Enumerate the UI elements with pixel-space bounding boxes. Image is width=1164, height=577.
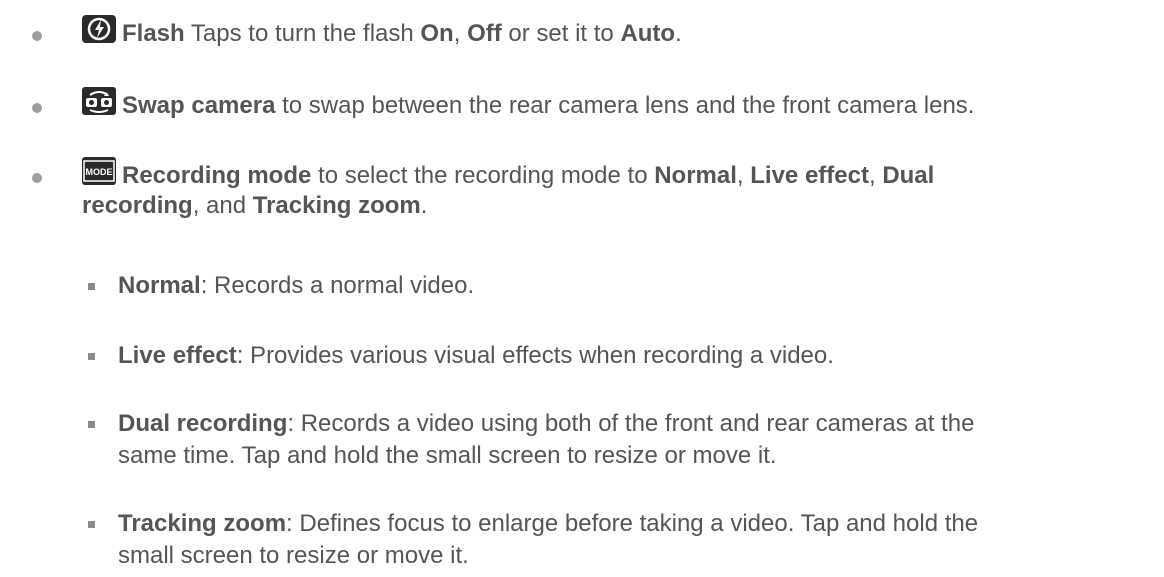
sub-item-desc: : Records a video using both of the fron… <box>287 410 975 437</box>
bullet-dot <box>32 103 42 113</box>
separator: , <box>868 162 883 189</box>
mode-option-normal: Normal <box>654 162 737 189</box>
square-bullet <box>88 283 95 290</box>
sub-item-desc: : Provides various visual effects when r… <box>236 342 834 369</box>
mode-option-live-effect: Live effect <box>750 162 869 189</box>
flash-desc-cont: or set it to <box>501 20 621 47</box>
sub-item-desc: : Defines focus to enlarge before taking… <box>286 510 979 537</box>
recording-mode-desc: to select the recording mode to <box>311 162 655 189</box>
swap-camera-desc: to swap between the rear camera lens and… <box>275 92 975 119</box>
flash-text: Flash Taps to turn the flash On, Off or … <box>82 15 1144 50</box>
swap-camera-icon <box>82 87 116 115</box>
flash-option-off: Off <box>467 20 502 47</box>
sub-item-desc-cont: small screen to resize or move it. <box>118 542 469 569</box>
flash-option-auto: Auto <box>620 20 676 47</box>
recording-mode-title: Recording mode <box>122 162 312 189</box>
separator: , <box>736 162 751 189</box>
sub-item-title: Live effect <box>118 342 237 369</box>
bullet-dot <box>32 31 42 41</box>
square-bullet <box>88 353 95 360</box>
mode-option-dual-cont: recording <box>82 192 193 219</box>
sub-item-text: Dual recording: Records a video using bo… <box>118 408 1154 440</box>
mode-option-dual: Dual <box>882 162 935 189</box>
flash-title: Flash <box>122 20 185 47</box>
sub-item-title: Normal <box>118 272 201 299</box>
swap-camera-title: Swap camera <box>122 92 276 119</box>
recording-mode-text: MODE Recording mode to select the record… <box>82 157 1144 192</box>
period: . <box>420 192 428 219</box>
flash-icon <box>82 15 116 43</box>
sub-item-text-line2: same time. Tap and hold the small screen… <box>118 440 1154 472</box>
square-bullet <box>88 521 95 528</box>
sub-item-desc: : Records a normal video. <box>200 272 475 299</box>
sub-item-text: Live effect: Provides various visual eff… <box>118 340 1154 372</box>
sub-item-text: Normal: Records a normal video. <box>118 270 1154 302</box>
recording-mode-text-line2: recording, and Tracking zoom. <box>82 190 1144 222</box>
swap-camera-text: Swap camera to swap between the rear cam… <box>82 87 1144 122</box>
svg-text:MODE: MODE <box>86 167 113 177</box>
sub-item-title: Dual recording <box>118 410 288 437</box>
bullet-dot <box>32 173 42 183</box>
flash-option-on: On <box>420 20 454 47</box>
sub-item-desc-cont: same time. Tap and hold the small screen… <box>118 442 777 469</box>
sub-item-title: Tracking zoom <box>118 510 287 537</box>
flash-desc: Taps to turn the flash <box>184 20 421 47</box>
separator: , <box>453 20 468 47</box>
sub-item-text: Tracking zoom: Defines focus to enlarge … <box>118 508 1154 540</box>
mode-icon: MODE <box>82 157 116 185</box>
sub-item-text-line2: small screen to resize or move it. <box>118 540 1154 572</box>
period: . <box>675 20 682 47</box>
mode-option-tracking-zoom: Tracking zoom <box>252 192 421 219</box>
separator: , and <box>192 192 253 219</box>
square-bullet <box>88 421 95 428</box>
